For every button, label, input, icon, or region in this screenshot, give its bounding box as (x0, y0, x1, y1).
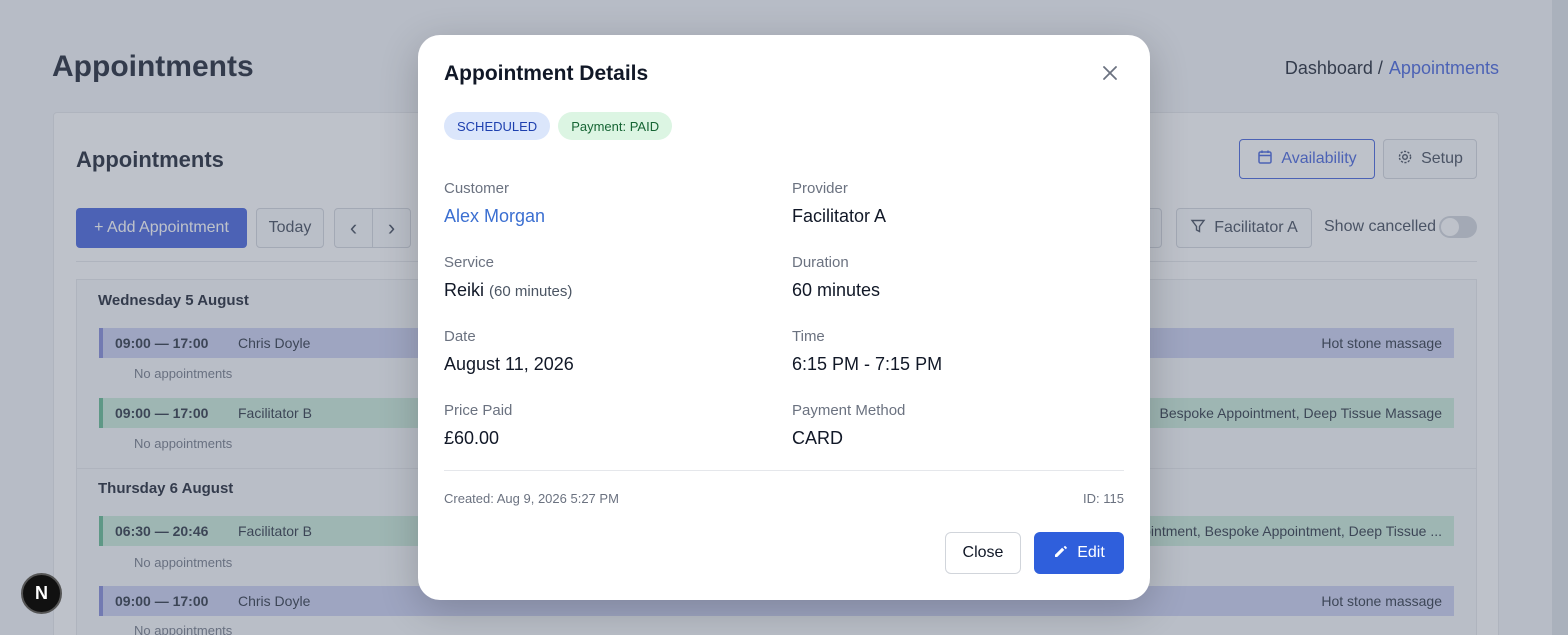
payment-badge: Payment: PAID (558, 112, 673, 140)
service-name: Reiki (444, 280, 485, 300)
date-field: Date August 11, 2026 (444, 328, 574, 375)
status-badges: SCHEDULED Payment: PAID (444, 112, 673, 140)
created-timestamp: Created: Aug 9, 2026 5:27 PM (444, 491, 619, 506)
payment-method-field: Payment Method CARD (792, 402, 905, 449)
edit-label: Edit (1077, 544, 1105, 561)
time-label: Time (792, 328, 825, 345)
payment-method-value: CARD (792, 428, 844, 448)
price-field: Price Paid £60.00 (444, 402, 512, 449)
close-button[interactable]: Close (945, 532, 1021, 574)
modal-title: Appointment Details (444, 62, 649, 85)
time-value: 6:15 PM - 7:15 PM (792, 354, 943, 374)
appointment-id: ID: 115 (1083, 491, 1124, 506)
duration-value: 60 minutes (792, 280, 881, 300)
nextjs-dev-indicator-icon[interactable]: N (21, 573, 62, 614)
date-value: August 11, 2026 (444, 354, 574, 374)
edit-button[interactable]: Edit (1034, 532, 1124, 574)
price-value: £60.00 (444, 428, 500, 448)
provider-label: Provider (792, 180, 848, 197)
modal-divider (444, 470, 1124, 471)
provider-field: Provider Facilitator A (792, 180, 886, 227)
price-label: Price Paid (444, 402, 513, 419)
customer-label: Customer (444, 180, 510, 197)
service-value: Reiki (60 minutes) (444, 280, 572, 301)
pencil-icon (1053, 543, 1069, 564)
duration-label: Duration (792, 254, 849, 271)
customer-field: Customer Alex Morgan (444, 180, 545, 227)
duration-field: Duration 60 minutes (792, 254, 880, 301)
scrollbar[interactable] (1552, 0, 1568, 635)
time-field: Time 6:15 PM - 7:15 PM (792, 328, 942, 375)
appointment-details-modal: Appointment Details SCHEDULED Payment: P… (418, 35, 1150, 600)
service-duration: (60 minutes) (489, 283, 573, 300)
provider-value: Facilitator A (792, 206, 887, 226)
status-badge: SCHEDULED (444, 112, 551, 140)
customer-link[interactable]: Alex Morgan (444, 206, 545, 227)
close-icon[interactable] (1100, 64, 1120, 84)
date-label: Date (444, 328, 476, 345)
service-label: Service (444, 254, 495, 271)
service-field: Service Reiki (60 minutes) (444, 254, 572, 301)
payment-method-label: Payment Method (792, 402, 906, 419)
